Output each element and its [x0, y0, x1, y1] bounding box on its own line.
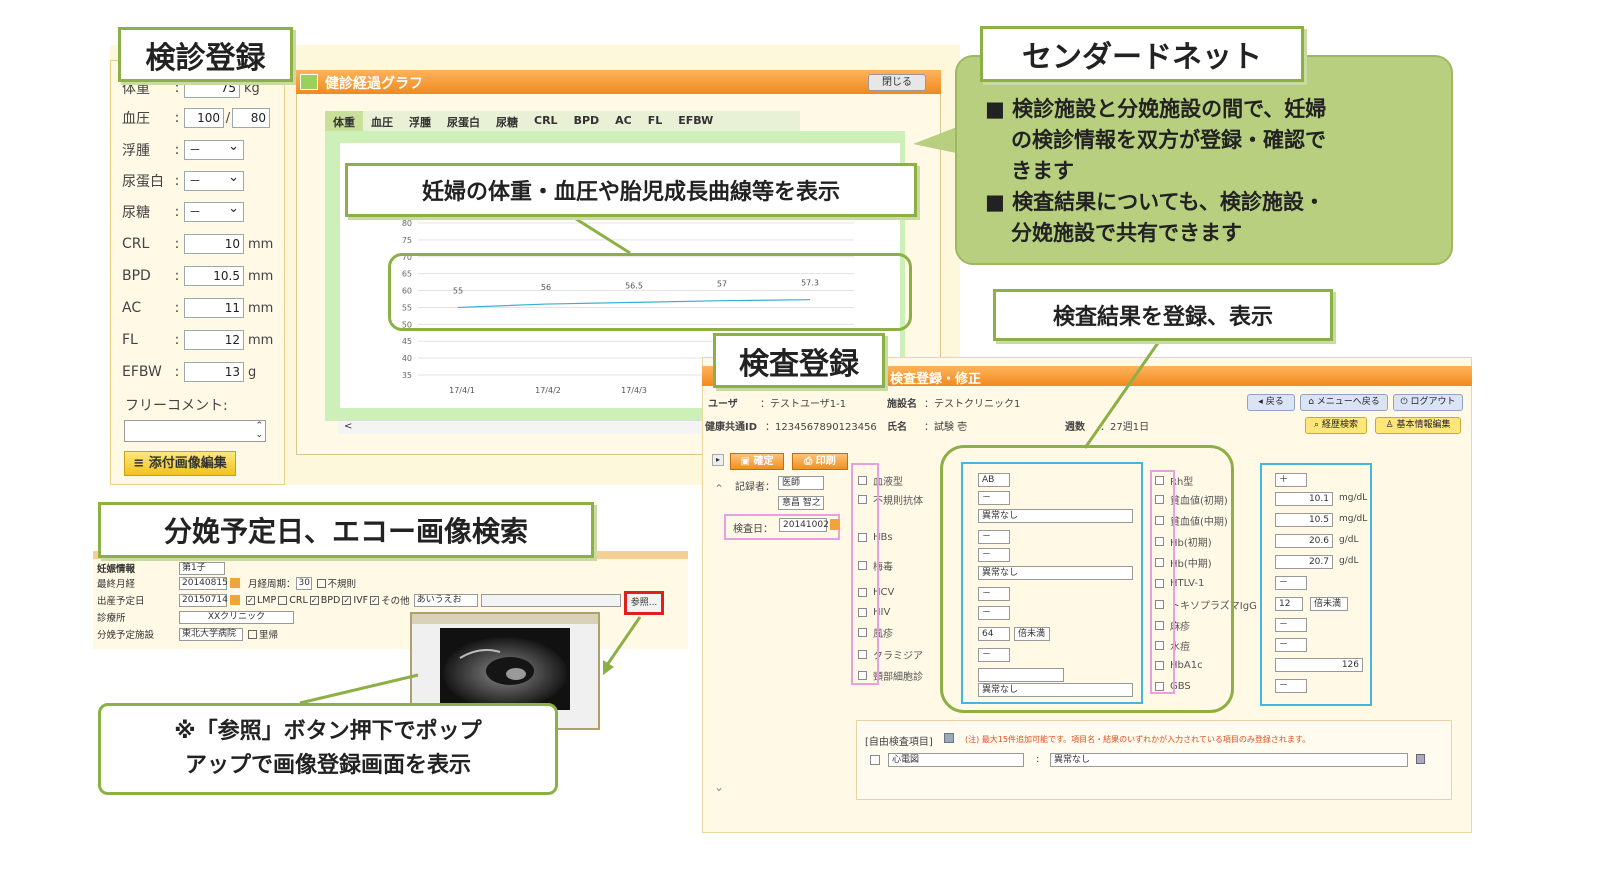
test-registration-label: 検査登録 [713, 333, 885, 388]
ref-connector [603, 616, 642, 669]
popup-connector [299, 673, 419, 705]
popup-callout: ※「参照」ボタン押下でポップ アップで画像登録画面を表示 [98, 703, 558, 795]
sender-net-label: センダードネット [980, 26, 1304, 82]
graph-callout: 妊婦の体重・血圧や胎児成長曲線等を表示 [345, 163, 917, 217]
graph-connector [564, 210, 631, 255]
result-connector [1083, 339, 1162, 449]
exam-registration-label: 検診登録 [118, 27, 293, 82]
test-result-callout: 検査結果を登録、表示 [993, 289, 1333, 341]
sender-bubble-text: ■ 検診施設と分娩施設の間で、妊婦 の検診情報を双方が登録・確認で きます ■ … [985, 97, 1327, 245]
delivery-search-label: 分娩予定日、エコー画像検索 [98, 502, 594, 558]
graph-highlight-oval [388, 253, 912, 331]
